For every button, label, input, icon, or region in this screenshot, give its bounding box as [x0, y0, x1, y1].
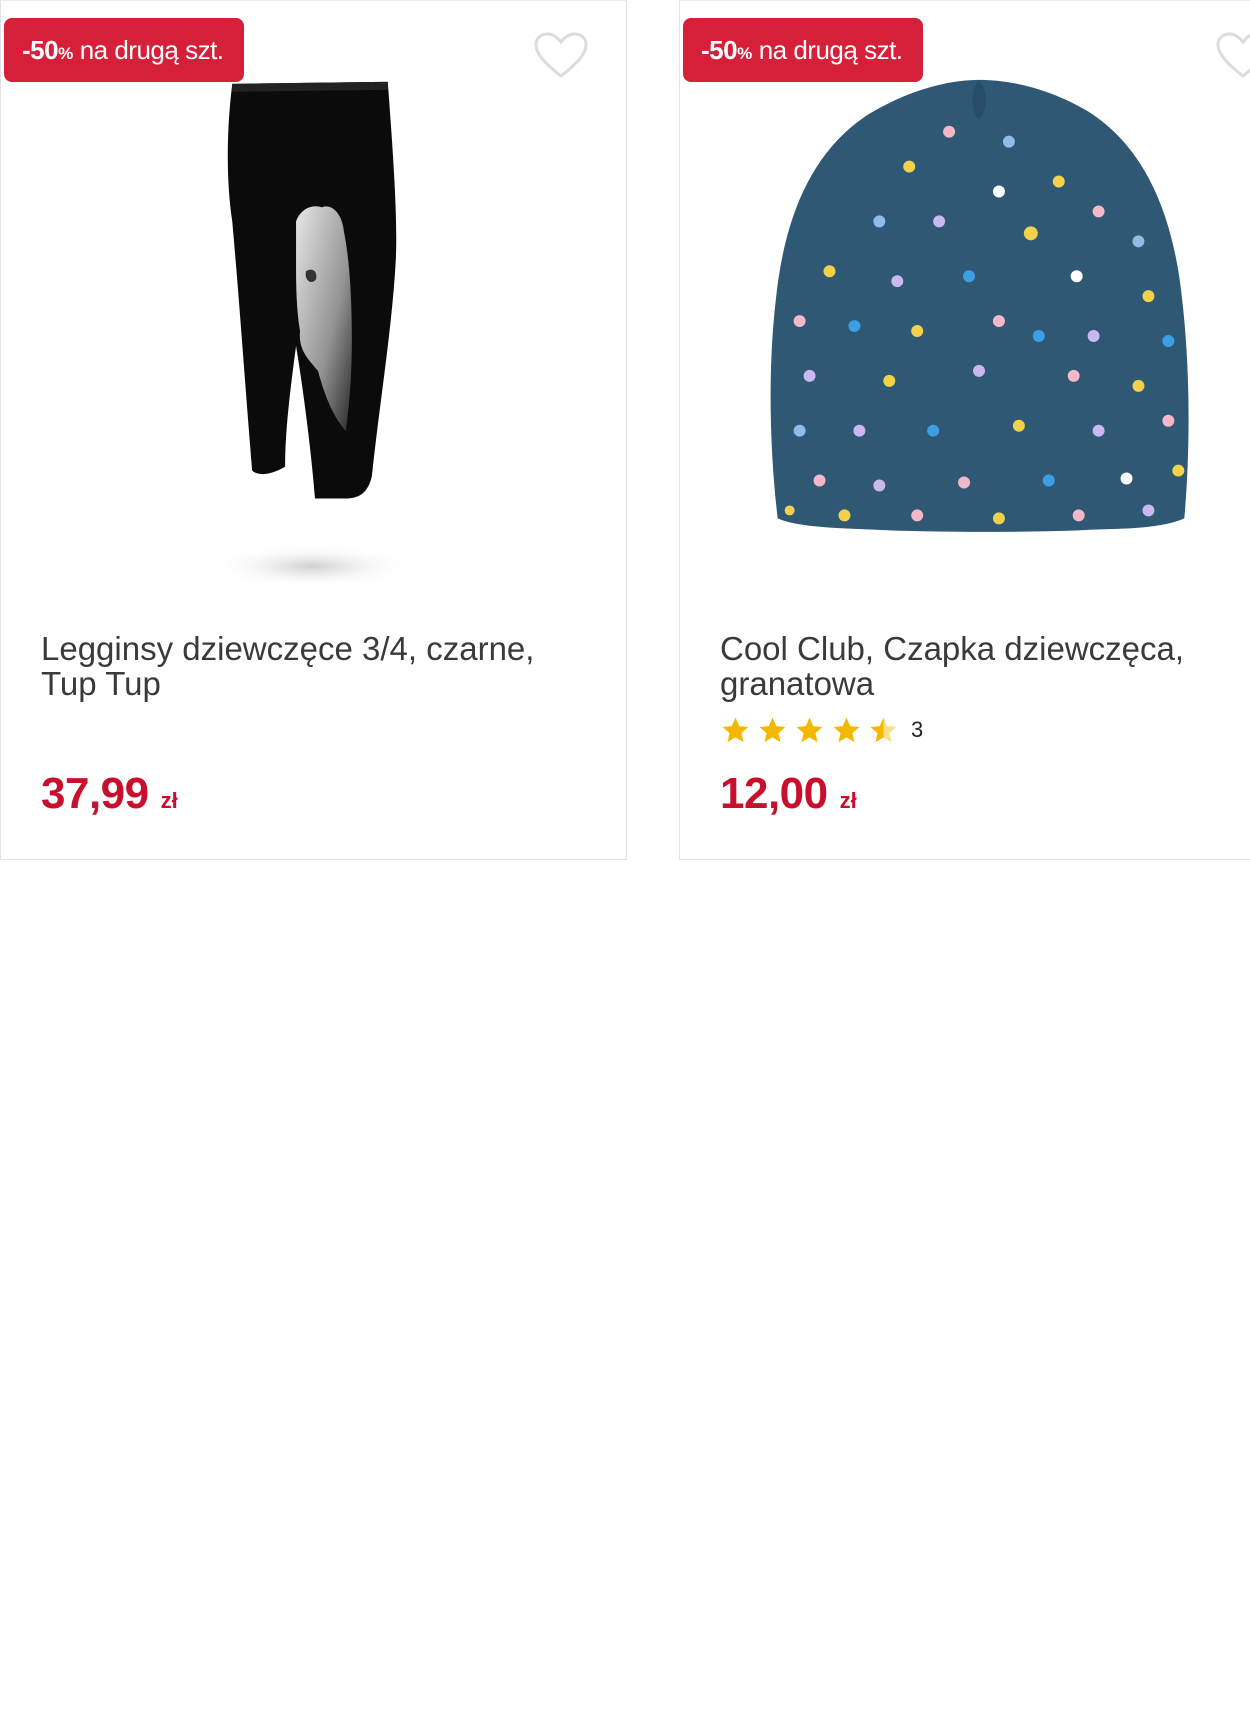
- star-full-icon: [833, 717, 860, 742]
- promo-text: na drugą szt.: [79, 34, 224, 65]
- star-full-icon: [796, 717, 823, 742]
- product-price: 12,00 zł: [720, 769, 857, 819]
- product-card[interactable]: -50% na drugą szt.: [679, 0, 1250, 860]
- product-title[interactable]: Cool Club, Czapka dziewczęca, granatowa: [720, 631, 1250, 701]
- price-currency: zł: [839, 788, 857, 813]
- star-full-icon: [759, 717, 786, 742]
- price-currency: zł: [160, 788, 178, 813]
- promo-percent: -50%: [701, 34, 752, 65]
- price-amount: 37,99: [41, 769, 149, 818]
- rating-stars: 3: [720, 714, 923, 746]
- product-image-leggings[interactable]: [1, 71, 626, 611]
- star-full-icon: [722, 717, 749, 742]
- rating-count: 3: [911, 717, 924, 742]
- price-amount: 12,00: [720, 769, 828, 818]
- product-card[interactable]: -50% na drugą szt.: [0, 0, 627, 860]
- product-grid: -50% na drugą szt. Legginsy dziewczęce 3…: [0, 0, 1250, 862]
- product-title[interactable]: Legginsy dziewczęce 3/4, czarne, Tup Tup: [41, 631, 581, 701]
- promo-text: na drugą szt.: [758, 34, 903, 65]
- star-half-icon: [870, 717, 897, 742]
- product-image-beanie[interactable]: [680, 71, 1250, 611]
- product-price: 37,99 zł: [41, 769, 178, 819]
- promo-percent: -50%: [22, 34, 73, 65]
